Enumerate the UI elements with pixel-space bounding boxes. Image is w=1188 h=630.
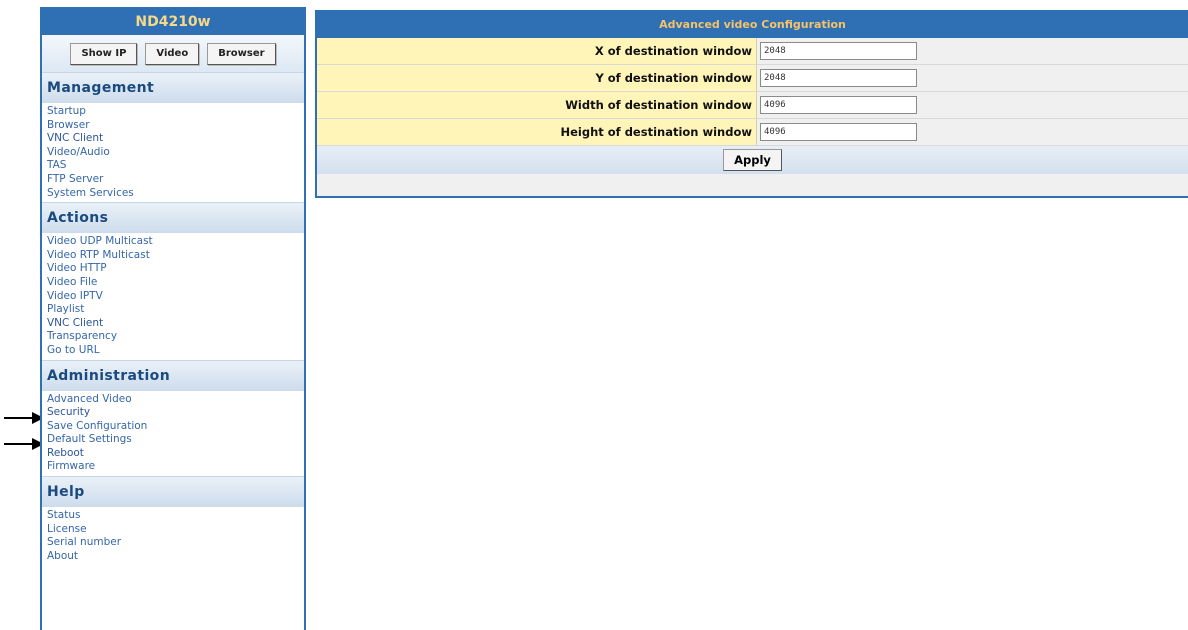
y-window-input[interactable]	[760, 69, 917, 87]
help-links: Status License Serial number About	[42, 507, 304, 565]
apply-row: Apply	[317, 146, 1188, 174]
pointer-arrow-icon	[4, 412, 44, 424]
nav-license[interactable]: License	[47, 523, 304, 537]
config-row-width: Width of destination window	[317, 92, 1188, 119]
y-window-label: Y of destination window	[317, 65, 757, 91]
section-actions: Actions	[42, 202, 304, 234]
width-window-input[interactable]	[760, 96, 917, 114]
nav-reboot[interactable]: Reboot	[47, 447, 304, 461]
config-row-height: Height of destination window	[317, 119, 1188, 146]
nav-tas[interactable]: TAS	[47, 159, 304, 173]
nav-playlist[interactable]: Playlist	[47, 303, 304, 317]
nav-ftp-server[interactable]: FTP Server	[47, 173, 304, 187]
panel-title: Advanced video Configuration	[317, 12, 1188, 38]
nav-default-settings[interactable]: Default Settings	[47, 433, 304, 447]
nav-vnc-client-action[interactable]: VNC Client	[47, 317, 304, 331]
section-administration: Administration	[42, 359, 304, 391]
nav-system-services[interactable]: System Services	[47, 187, 304, 201]
width-window-label: Width of destination window	[317, 92, 757, 118]
nav-video-audio[interactable]: Video/Audio	[47, 146, 304, 160]
nav-advanced-video[interactable]: Advanced Video	[47, 393, 304, 407]
nav-video-udp-multicast[interactable]: Video UDP Multicast	[47, 235, 304, 249]
section-help: Help	[42, 476, 304, 508]
nav-go-to-url[interactable]: Go to URL	[47, 344, 304, 358]
nav-about[interactable]: About	[47, 550, 304, 564]
nav-save-configuration[interactable]: Save Configuration	[47, 420, 304, 434]
sidebar: ND4210w Show IP Video Browser Management…	[40, 7, 306, 630]
video-button[interactable]: Video	[145, 42, 200, 65]
show-ip-button[interactable]: Show IP	[70, 42, 138, 65]
nav-status[interactable]: Status	[47, 509, 304, 523]
nav-video-iptv[interactable]: Video IPTV	[47, 290, 304, 304]
nav-vnc-client[interactable]: VNC Client	[47, 132, 304, 146]
x-window-input[interactable]	[760, 42, 917, 60]
nav-video-http[interactable]: Video HTTP	[47, 262, 304, 276]
advanced-video-panel: Advanced video Configuration X of destin…	[315, 10, 1188, 198]
device-name: ND4210w	[42, 9, 304, 35]
nav-firmware[interactable]: Firmware	[47, 460, 304, 474]
nav-security[interactable]: Security	[47, 406, 304, 420]
administration-links: Advanced Video Security Save Configurati…	[42, 391, 304, 477]
management-links: Startup Browser VNC Client Video/Audio T…	[42, 103, 304, 202]
nav-browser[interactable]: Browser	[47, 119, 304, 133]
config-row-x: X of destination window	[317, 38, 1188, 65]
x-window-label: X of destination window	[317, 38, 757, 64]
browser-button[interactable]: Browser	[207, 42, 276, 65]
pointer-arrow-icon	[4, 438, 44, 450]
nav-transparency[interactable]: Transparency	[47, 330, 304, 344]
section-management: Management	[42, 72, 304, 103]
apply-button[interactable]: Apply	[723, 149, 782, 171]
actions-links: Video UDP Multicast Video RTP Multicast …	[42, 233, 304, 359]
height-window-label: Height of destination window	[317, 119, 757, 145]
config-row-y: Y of destination window	[317, 65, 1188, 92]
nav-startup[interactable]: Startup	[47, 105, 304, 119]
height-window-input[interactable]	[760, 123, 917, 141]
nav-serial-number[interactable]: Serial number	[47, 536, 304, 550]
nav-video-rtp-multicast[interactable]: Video RTP Multicast	[47, 249, 304, 263]
quick-buttons: Show IP Video Browser	[42, 35, 304, 72]
nav-video-file[interactable]: Video File	[47, 276, 304, 290]
